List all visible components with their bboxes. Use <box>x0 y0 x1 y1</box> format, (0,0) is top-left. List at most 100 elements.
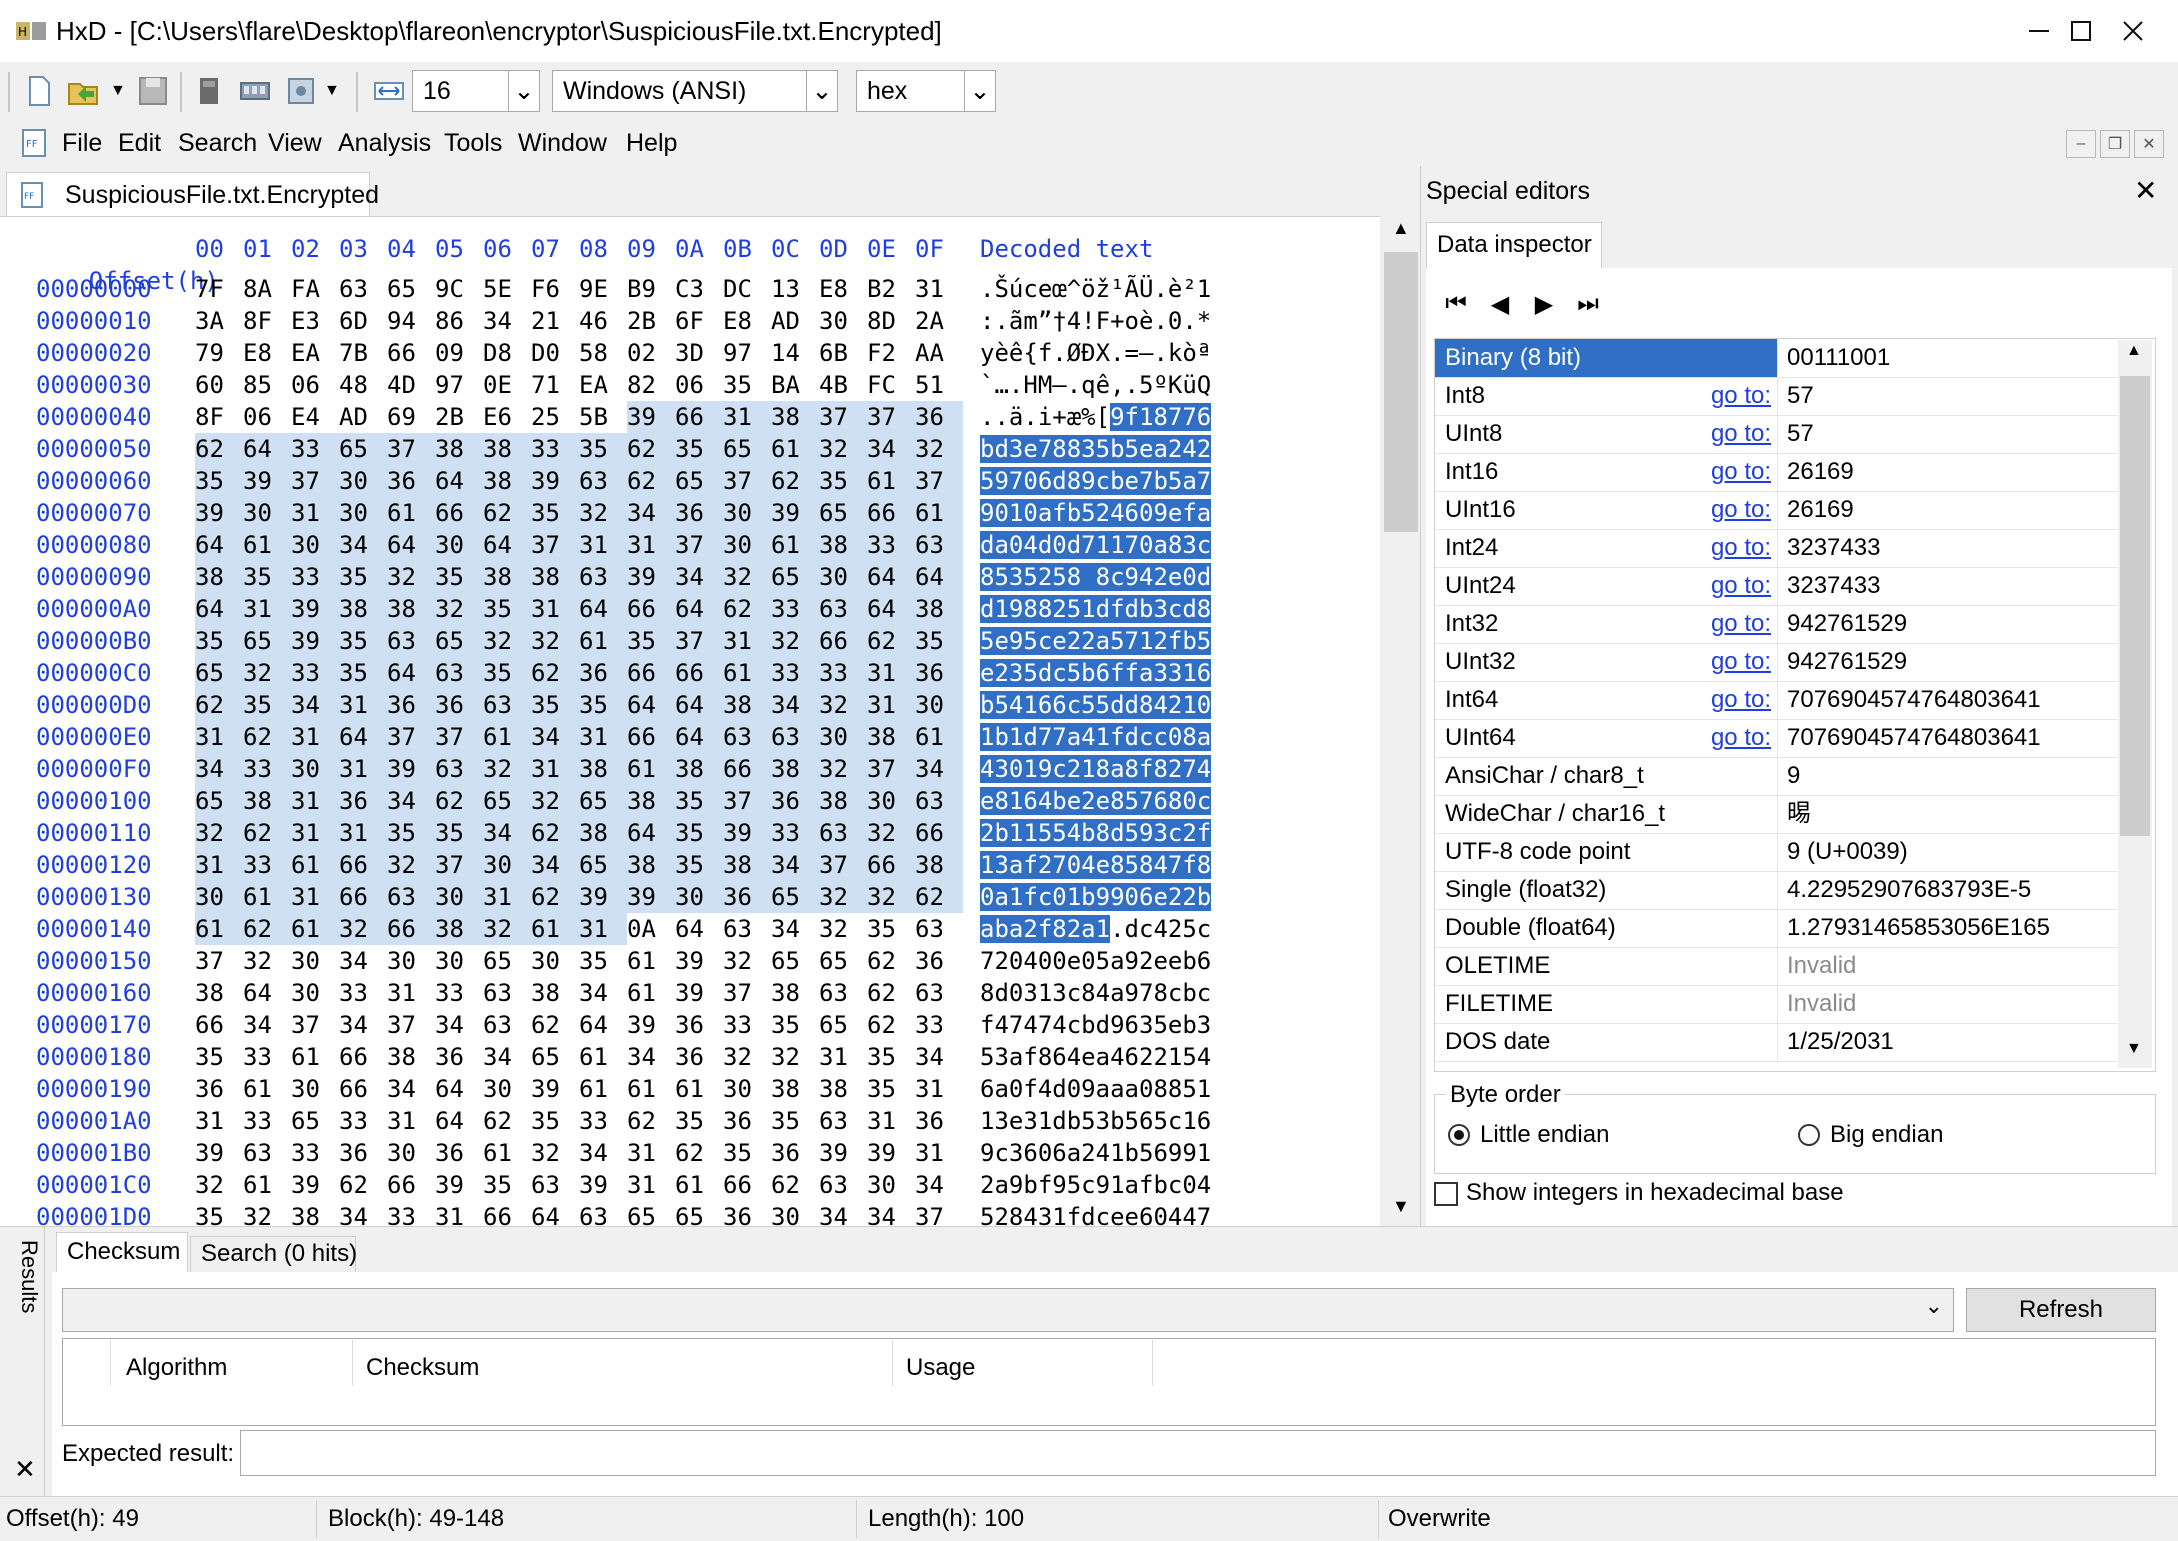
hex-byte[interactable]: 37 <box>387 433 435 465</box>
row-decoded-text[interactable]: 6a0f4d09aaa08851 <box>980 1073 1211 1105</box>
hex-byte[interactable]: 31 <box>291 785 339 817</box>
hex-byte[interactable]: 62 <box>675 1137 723 1169</box>
decoded-char[interactable]: 2 <box>1139 947 1153 975</box>
decoded-char[interactable]: f <box>1023 851 1038 879</box>
decoded-char[interactable]: f <box>1167 627 1183 655</box>
hex-byte[interactable]: 34 <box>579 1137 627 1169</box>
hex-byte[interactable]: 51 <box>915 369 963 401</box>
decoded-char[interactable]: 2 <box>1066 915 1082 943</box>
decoded-char[interactable]: 9 <box>1096 1171 1110 1199</box>
hex-byte[interactable]: 65 <box>819 945 867 977</box>
row-bytes[interactable]: 65 38 31 36 34 62 65 32 65 38 35 37 36 38 30 63 <box>195 785 963 817</box>
decoded-char[interactable]: d <box>1052 1107 1066 1135</box>
row-bytes[interactable]: 35 39 37 30 36 64 38 39 63 62 65 37 62 35 61 37 <box>195 465 963 497</box>
decoded-char[interactable]: a <box>994 883 1009 911</box>
close-icon[interactable]: ✕ <box>2134 174 2157 208</box>
row-decoded-text[interactable]: .Šúceœ^öž¹ÃÜ.è²1 <box>980 273 1211 305</box>
decoded-char[interactable]: 5 <box>1067 1171 1081 1199</box>
row-bytes[interactable]: 64 31 39 38 38 32 35 31 64 66 64 62 33 63 64 38 <box>195 593 963 625</box>
hex-byte[interactable]: 63 <box>723 721 771 753</box>
hex-byte[interactable]: 64 <box>675 593 723 625</box>
hex-byte[interactable]: 35 <box>867 913 915 945</box>
decoded-char[interactable]: 2 <box>1095 499 1111 527</box>
decoded-char[interactable]: 4 <box>1023 531 1038 559</box>
decoded-char[interactable]: 1 <box>1023 691 1038 719</box>
decoded-char[interactable]: 2 <box>1168 915 1182 943</box>
decoded-char[interactable]: 2 <box>980 819 995 847</box>
decoded-char[interactable]: 8 <box>1110 787 1125 815</box>
inspector-value[interactable]: 3237433 <box>1787 529 1880 567</box>
hex-byte[interactable]: 32 <box>771 625 819 657</box>
decoded-char[interactable]: b <box>1110 1107 1124 1135</box>
hex-byte[interactable]: 33 <box>771 817 819 849</box>
hex-byte[interactable]: 35 <box>195 465 243 497</box>
hex-byte[interactable]: 63 <box>339 273 387 305</box>
decoded-char[interactable]: 6 <box>1052 1139 1066 1167</box>
decoded-char[interactable]: 3 <box>1009 1139 1023 1167</box>
decoded-char[interactable]: c <box>1066 691 1082 719</box>
row-decoded-text[interactable]: ..ä.i+æ%[9f18776 <box>980 401 1212 433</box>
hex-byte[interactable]: 32 <box>531 785 579 817</box>
decoded-char[interactable]: 4 <box>1182 1203 1196 1226</box>
hex-byte[interactable]: 65 <box>291 1105 339 1137</box>
decoded-char[interactable]: è <box>1168 275 1182 303</box>
decoded-char[interactable]: 6 <box>1125 1043 1139 1071</box>
hex-byte[interactable]: 63 <box>387 625 435 657</box>
row-decoded-text[interactable]: yèê{f.ØÐX.=—.kòª <box>980 337 1211 369</box>
hex-byte[interactable]: 14 <box>771 337 819 369</box>
row-decoded-text[interactable]: e235dc5b6ffa3316 <box>980 657 1212 689</box>
decoded-char[interactable]: Ü <box>1139 275 1153 303</box>
hex-byte[interactable]: 30 <box>771 1201 819 1226</box>
hex-byte[interactable]: 37 <box>435 721 483 753</box>
row-decoded-text[interactable]: b54166c55dd84210 <box>980 689 1212 721</box>
hex-byte[interactable]: 31 <box>915 1073 963 1105</box>
hex-byte[interactable]: 39 <box>675 945 723 977</box>
bytes-per-row-select[interactable]: 16 ⌄ <box>412 70 540 112</box>
row-bytes[interactable]: 39 63 33 36 30 36 61 32 34 31 62 35 36 39 39 31 <box>195 1137 963 1169</box>
decoded-char[interactable]: e <box>1009 1107 1023 1135</box>
decoded-char[interactable]: 8 <box>980 979 994 1007</box>
hex-byte[interactable]: 61 <box>243 1169 291 1201</box>
decoded-char[interactable]: e <box>1095 851 1111 879</box>
hex-byte[interactable]: 39 <box>291 1169 339 1201</box>
decoded-char[interactable]: Ð <box>1081 339 1095 367</box>
save-as-icon[interactable] <box>284 74 318 108</box>
decoded-char[interactable]: 3 <box>1197 1011 1211 1039</box>
hex-byte[interactable]: 13 <box>771 273 819 305</box>
hex-byte[interactable]: 31 <box>627 1169 675 1201</box>
decoded-char[interactable]: ² <box>1182 275 1196 303</box>
decoded-char[interactable]: 1 <box>1081 595 1096 623</box>
inspector-value[interactable]: 57 <box>1787 415 1814 453</box>
decoded-char[interactable]: 6 <box>1037 691 1053 719</box>
hex-byte[interactable]: 31 <box>195 849 243 881</box>
decoded-char[interactable]: 3 <box>1023 1107 1037 1135</box>
decoded-char[interactable]: H <box>1023 371 1037 399</box>
decoded-char[interactable]: . <box>1023 403 1037 431</box>
decoded-char[interactable]: 1 <box>1110 531 1125 559</box>
decoded-char[interactable]: 1 <box>1095 915 1111 943</box>
decoded-char[interactable]: 6 <box>1196 403 1212 431</box>
hex-byte[interactable]: 39 <box>771 497 819 529</box>
hex-byte[interactable]: 65 <box>771 561 819 593</box>
hex-byte[interactable]: 30 <box>819 721 867 753</box>
hex-byte[interactable]: 66 <box>339 1073 387 1105</box>
hex-byte[interactable]: 65 <box>195 785 243 817</box>
hex-byte[interactable]: 64 <box>195 593 243 625</box>
hex-byte[interactable]: 38 <box>483 433 531 465</box>
hex-byte[interactable]: 32 <box>339 913 387 945</box>
decoded-char[interactable]: d <box>1124 723 1139 751</box>
decoded-char[interactable]: 4 <box>1067 307 1081 335</box>
decoded-char[interactable]: 9 <box>1125 947 1139 975</box>
hex-byte[interactable]: 34 <box>915 1041 963 1073</box>
hex-byte[interactable]: 64 <box>627 689 675 721</box>
hex-byte[interactable]: 37 <box>387 721 435 753</box>
inspector-row[interactable]: Binary (8 bit) 00111001 <box>1435 339 2121 378</box>
hex-byte[interactable]: 64 <box>435 1073 483 1105</box>
decoded-char[interactable]: 1 <box>1023 819 1038 847</box>
inspector-row[interactable]: UInt16 go to: 26169 <box>1435 491 2121 530</box>
row-bytes[interactable]: 64 61 30 34 64 30 64 37 31 31 37 30 61 38 33 63 <box>195 529 963 561</box>
decoded-char[interactable]: 1 <box>1038 979 1052 1007</box>
hex-byte[interactable]: 36 <box>723 881 771 913</box>
hex-byte[interactable]: 39 <box>291 593 339 625</box>
row-decoded-text[interactable]: 13e31db53b565c16 <box>980 1105 1211 1137</box>
